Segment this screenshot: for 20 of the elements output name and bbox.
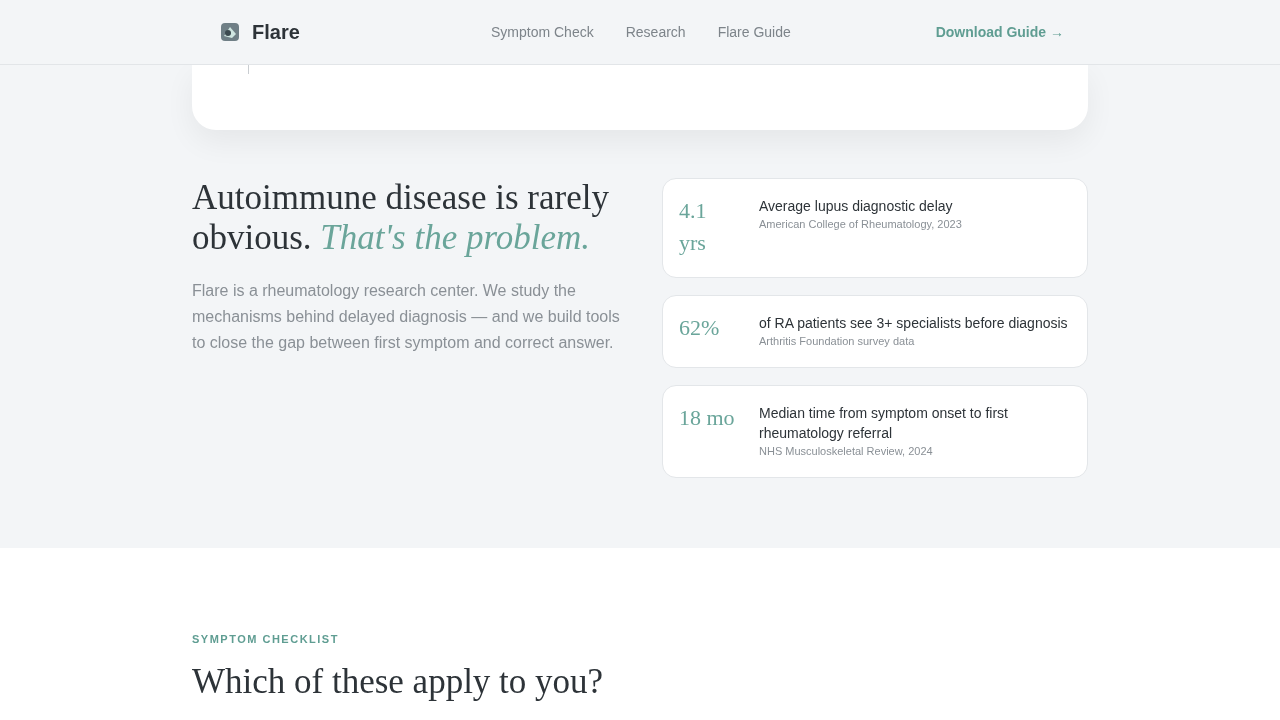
headline: Autoimmune disease is rarely obvious. That's the problem. (192, 178, 610, 258)
stat-value: 18 mo (679, 404, 735, 432)
logo-icon (220, 22, 240, 42)
stat-source: NHS Musculoskeletal Review, 2024 (759, 444, 934, 459)
intro-paragraph: Flare is a rheumatology research center. We study the mechanisms behind delayed diagnosis — and we build tools to close the gap between first symptom and correct answer. (192, 281, 621, 353)
nav-link[interactable]: Research (625, 21, 686, 43)
brand-name[interactable]: Flare (252, 17, 300, 47)
stat-source: American College of Rheumatology, 2023 (759, 217, 963, 232)
stat-value: 62% (679, 314, 721, 342)
section-eyebrow: SYMPTOM CHECKLIST (192, 632, 340, 647)
nav-link[interactable]: Symptom Check (491, 21, 594, 43)
stat-value: 4.1 yrs (679, 197, 708, 257)
quote-rule (248, 65, 249, 74)
section-heading: Which of these apply to you? (192, 661, 605, 702)
download-guide-link[interactable]: Download Guide → (935, 21, 1064, 43)
stat-source: Arthritis Foundation survey data (759, 334, 916, 349)
stat-label: Average lupus diagnostic delay (759, 197, 954, 216)
stat-label: of RA patients see 3+ specialists before diagnosis (759, 314, 1069, 333)
stat-label: Median time from symptom onset to first rheumatology referral (759, 404, 1009, 443)
nav-link[interactable]: Flare Guide (717, 21, 791, 43)
